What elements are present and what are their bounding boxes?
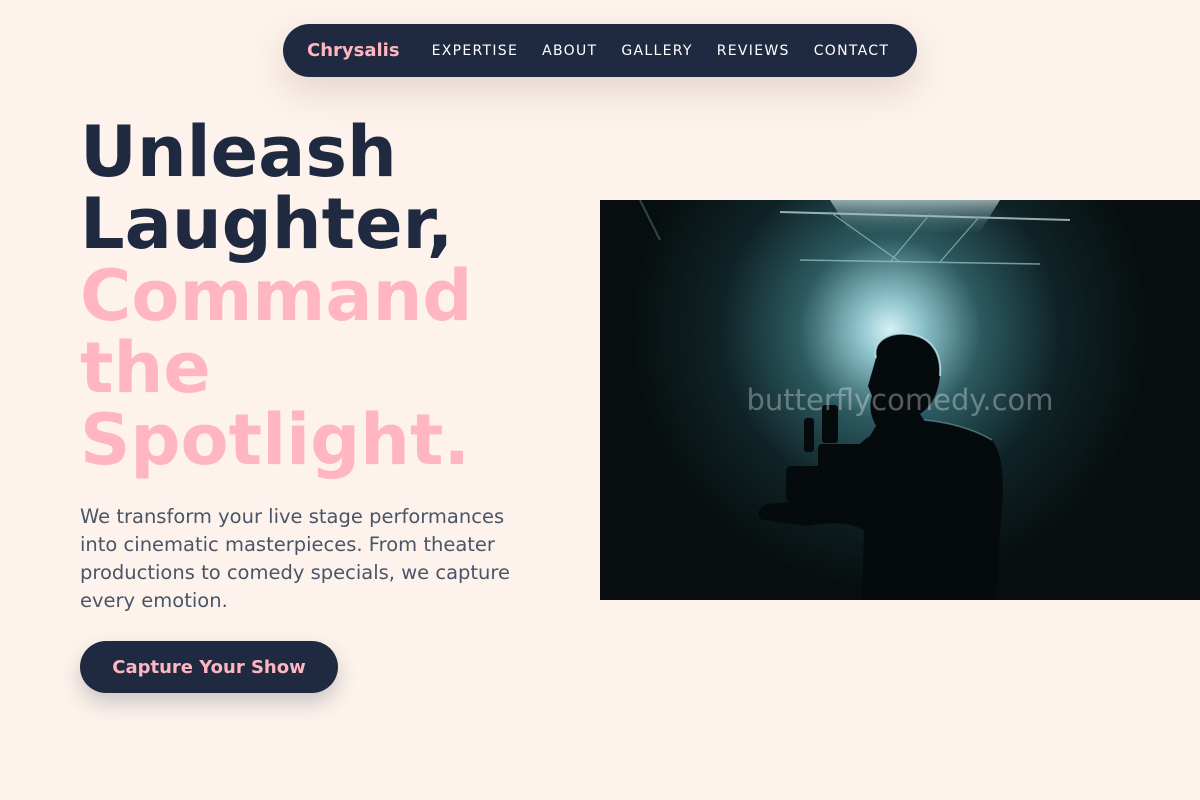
hero-description: We transform your live stage performance… bbox=[80, 505, 510, 612]
nav-link-about[interactable]: ABOUT bbox=[542, 43, 597, 59]
nav-link-gallery[interactable]: GALLERY bbox=[621, 43, 692, 59]
top-nav: Chrysalis EXPERTISE ABOUT GALLERY REVIEW… bbox=[283, 24, 917, 77]
page: Chrysalis EXPERTISE ABOUT GALLERY REVIEW… bbox=[0, 0, 1200, 800]
hero-title-accent-line: Spotlight. bbox=[80, 399, 471, 481]
hero-title-accent-line: Command bbox=[80, 255, 473, 337]
brand-logo-link[interactable]: Chrysalis bbox=[307, 40, 400, 61]
nav-link-contact[interactable]: CONTACT bbox=[814, 43, 890, 59]
nav-link-reviews[interactable]: REVIEWS bbox=[717, 43, 790, 59]
hero-title-line: Unleash bbox=[80, 111, 397, 193]
hero-title: Unleash Laughter, Command the Spotlight. bbox=[80, 116, 580, 476]
hero-title-accent-line: the bbox=[80, 327, 211, 409]
hero-title-line: Laughter, bbox=[80, 183, 454, 265]
nav-link-expertise[interactable]: EXPERTISE bbox=[432, 43, 519, 59]
cameraman-silhouette-image bbox=[600, 200, 1200, 600]
nav-links: EXPERTISE ABOUT GALLERY REVIEWS CONTACT bbox=[432, 43, 890, 59]
hero-photo: butterflycomedy.com bbox=[600, 200, 1200, 600]
capture-your-show-button[interactable]: Capture Your Show bbox=[80, 641, 338, 693]
